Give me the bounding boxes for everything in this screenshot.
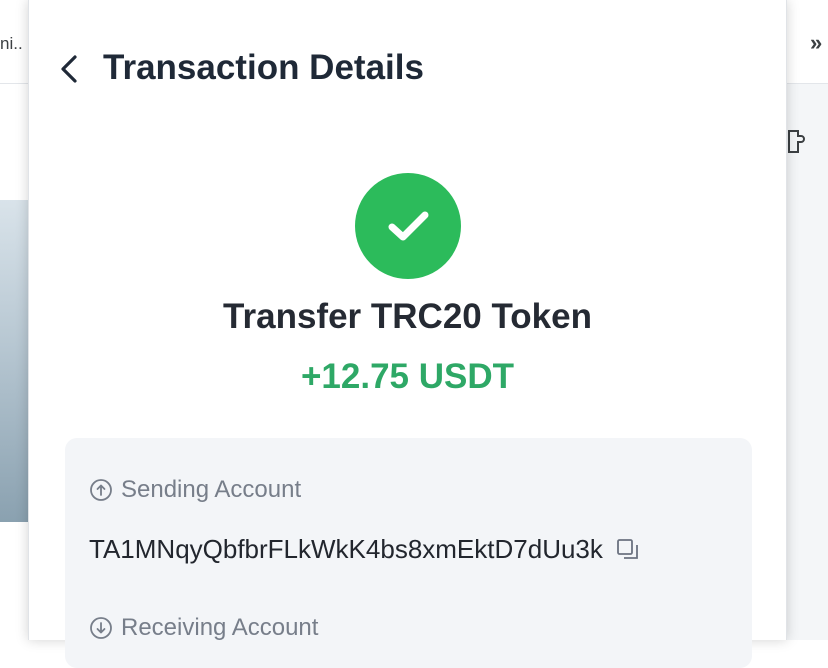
copy-icon[interactable] — [615, 537, 641, 563]
browser-tab-title[interactable]: ni.. — [0, 34, 23, 54]
transaction-amount: +12.75 USDT — [300, 357, 515, 396]
chevron-left-icon[interactable] — [55, 52, 85, 86]
transaction-type: Transfer TRC20 Token — [223, 297, 592, 336]
arrow-down-circle-icon — [90, 617, 112, 639]
sending-address: TA1MNqyQbfbrFLkWkK4bs8xmEktD7dUu3k — [89, 534, 603, 564]
receiving-account-label-text: Receiving Account — [121, 614, 319, 641]
check-circle-icon — [355, 173, 461, 279]
sending-account-label-text: Sending Account — [121, 476, 302, 503]
arrow-up-circle-icon — [90, 479, 112, 501]
sending-account-value: TA1MNqyQbfbrFLkWkK4bs8xmEktD7dUu3k — [89, 534, 641, 565]
receiving-account-label: Receiving Account — [89, 614, 318, 642]
details-card: Sending Account TA1MNqyQbfbrFLkWkK4bs8xm… — [65, 438, 752, 668]
overflow-chevrons-icon[interactable]: » — [810, 30, 822, 56]
panel-header: Transaction Details — [29, 40, 786, 96]
page-title: Transaction Details — [103, 48, 424, 87]
sending-account-label: Sending Account — [89, 476, 301, 504]
checkmark-icon — [388, 211, 429, 241]
page-background-strip — [787, 84, 828, 640]
transaction-details-panel: Transaction Details Transfer TRC20 Token… — [28, 0, 787, 668]
puzzle-icon[interactable] — [786, 127, 806, 157]
